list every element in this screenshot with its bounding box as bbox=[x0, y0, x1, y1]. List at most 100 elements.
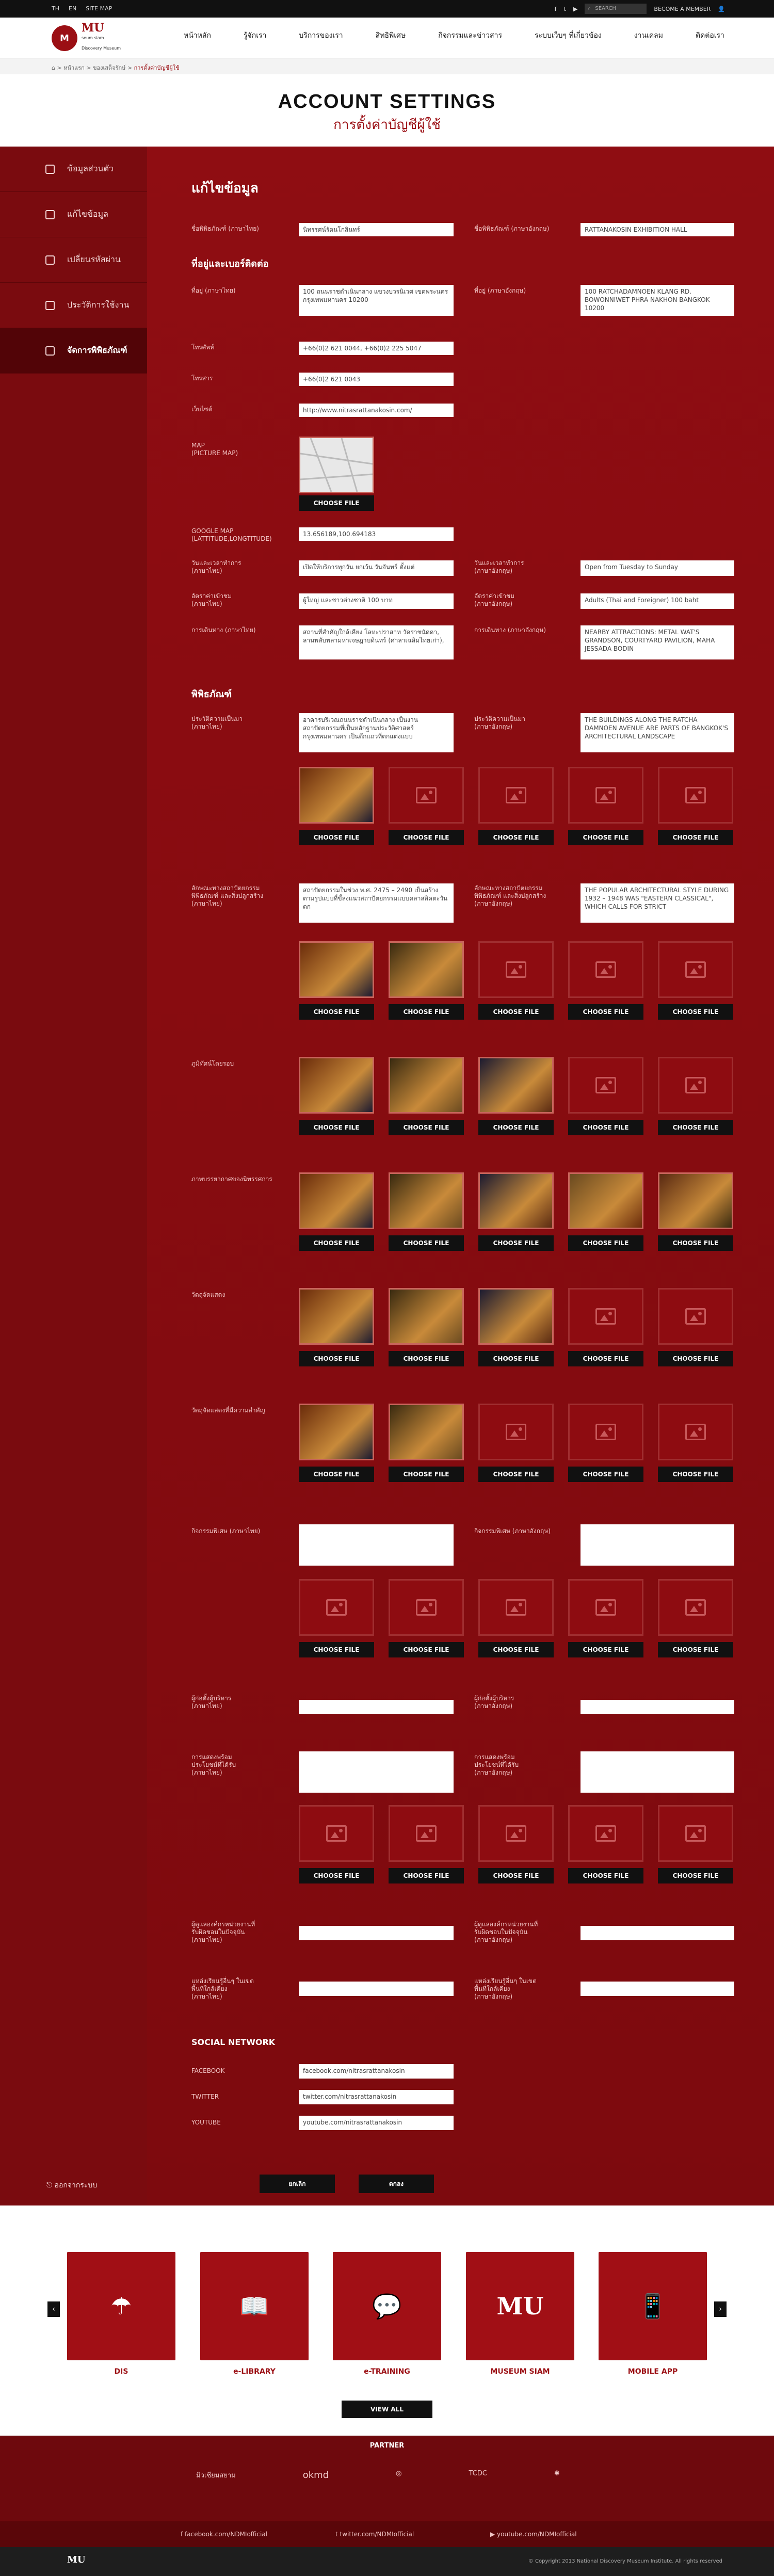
home-icon[interactable]: ⌂ bbox=[52, 65, 55, 71]
choose-file-button[interactable]: CHOOSE FILE bbox=[568, 1642, 643, 1657]
choose-file-button[interactable]: CHOOSE FILE bbox=[389, 830, 464, 845]
choose-file-button[interactable]: CHOOSE FILE bbox=[299, 1642, 374, 1657]
become-member-link[interactable]: BECOME A MEMBER bbox=[654, 6, 711, 12]
attr-th-field[interactable]: สถานที่สำคัญใกล้เคียง โลหะปราสาท วัดราชน… bbox=[299, 625, 454, 659]
sitemap-link[interactable]: SITE MAP bbox=[86, 5, 112, 12]
sidebar-item-history[interactable]: ประวัติการใช้งาน bbox=[0, 283, 147, 328]
choose-file-button[interactable]: CHOOSE FILE bbox=[299, 830, 374, 845]
name-th-field[interactable]: นิทรรศน์รัตนโกสินทร์ bbox=[299, 223, 454, 236]
choose-file-button[interactable]: CHOOSE FILE bbox=[478, 1467, 554, 1482]
nav-item[interactable]: ติดต่อเรา bbox=[692, 30, 728, 41]
fee-en-field[interactable]: Adults (Thai and Foreigner) 100 baht bbox=[580, 593, 734, 609]
note-th-field[interactable] bbox=[299, 1982, 454, 1996]
footer-facebook-link[interactable]: f facebook.com/NDMIofficial bbox=[181, 2531, 267, 2538]
hist-th-field[interactable]: อาคารบริเวณถนนราชดำเนินกลาง เป็นงานสถาปั… bbox=[299, 713, 454, 752]
arch-en-field[interactable]: THE POPULAR ARCHITECTURAL STYLE DURING 1… bbox=[580, 883, 734, 923]
choose-file-button[interactable]: CHOOSE FILE bbox=[568, 1351, 643, 1366]
nav-item[interactable]: กิจกรรมและข่าวสาร bbox=[435, 30, 505, 41]
phone-field[interactable]: +66(0)2 621 0044, +66(0)2 225 5047 bbox=[299, 342, 454, 355]
facebook-icon[interactable]: f bbox=[555, 6, 557, 12]
choose-file-button[interactable]: CHOOSE FILE bbox=[658, 1868, 733, 1883]
sidebar-item-museum[interactable]: จัดการพิพิธภัณฑ์ bbox=[0, 328, 147, 374]
impress-th-field[interactable] bbox=[299, 1751, 454, 1793]
addr-en-field[interactable]: 100 RATCHADAMNOEN KLANG RD. BOWONNIWET P… bbox=[580, 285, 734, 316]
choose-file-button[interactable]: CHOOSE FILE bbox=[389, 1120, 464, 1135]
owner-th-field[interactable] bbox=[299, 1700, 454, 1714]
note-en-field[interactable] bbox=[580, 1982, 734, 1996]
card-mobile-app[interactable]: 📱 MOBILE APP bbox=[599, 2252, 707, 2376]
choose-file-button[interactable]: CHOOSE FILE bbox=[389, 1235, 464, 1251]
choose-file-button[interactable]: CHOOSE FILE bbox=[658, 1642, 733, 1657]
choose-file-button[interactable]: CHOOSE FILE bbox=[389, 1868, 464, 1883]
yt-field[interactable]: youtube.com/nitrasrattanakosin bbox=[299, 2116, 454, 2130]
partner-logo[interactable]: มิวเซียมสยาม bbox=[196, 2470, 236, 2481]
activity-th-field[interactable] bbox=[299, 1524, 454, 1566]
card-etraining[interactable]: 💬 e-TRAINING bbox=[333, 2252, 441, 2376]
lang-th[interactable]: TH bbox=[52, 5, 59, 12]
choose-file-button[interactable]: CHOOSE FILE bbox=[478, 1235, 554, 1251]
choose-file-button[interactable]: CHOOSE FILE bbox=[299, 1351, 374, 1366]
card-museum-siam[interactable]: MU MUSEUM SIAM bbox=[466, 2252, 574, 2376]
cancel-button[interactable]: ยกเลิก bbox=[260, 2175, 335, 2193]
carousel-next-button[interactable]: › bbox=[714, 2301, 727, 2317]
partner-logo[interactable]: TCDC bbox=[469, 2470, 487, 2481]
choose-file-button[interactable]: CHOOSE FILE bbox=[299, 1868, 374, 1883]
youtube-icon[interactable]: ▶ bbox=[573, 6, 577, 12]
choose-file-button[interactable]: CHOOSE FILE bbox=[658, 1004, 733, 1020]
footer-twitter-link[interactable]: t twitter.com/NDMIofficial bbox=[335, 2531, 414, 2538]
twitter-icon[interactable]: t bbox=[564, 6, 566, 12]
impress-en-field[interactable] bbox=[580, 1751, 734, 1793]
choose-file-button[interactable]: CHOOSE FILE bbox=[658, 1120, 733, 1135]
carousel-prev-button[interactable]: ‹ bbox=[47, 2301, 60, 2317]
choose-file-button[interactable]: CHOOSE FILE bbox=[568, 1235, 643, 1251]
view-all-button[interactable]: VIEW ALL bbox=[342, 2401, 432, 2418]
choose-file-button[interactable]: CHOOSE FILE bbox=[658, 1467, 733, 1482]
partner-logo[interactable]: ✱ bbox=[554, 2470, 560, 2481]
hist-en-field[interactable]: THE BUILDINGS ALONG THE RATCHA DAMNOEN A… bbox=[580, 713, 734, 752]
nav-item[interactable]: ระบบเว็บๆ ที่เกี่ยวข้อง bbox=[531, 30, 605, 41]
choose-file-button[interactable]: CHOOSE FILE bbox=[478, 1868, 554, 1883]
nav-item[interactable]: บริการของเรา bbox=[296, 30, 346, 41]
partner-logo[interactable]: ◎ bbox=[396, 2470, 401, 2481]
lang-en[interactable]: EN bbox=[69, 5, 76, 12]
choose-file-button[interactable]: CHOOSE FILE bbox=[568, 1120, 643, 1135]
fax-field[interactable]: +66(0)2 621 0043 bbox=[299, 373, 454, 386]
nav-item[interactable]: หน้าหลัก bbox=[181, 30, 214, 41]
agency-en-field[interactable] bbox=[580, 1926, 734, 1940]
choose-file-button[interactable]: CHOOSE FILE bbox=[299, 1235, 374, 1251]
choose-file-button[interactable]: CHOOSE FILE bbox=[658, 1351, 733, 1366]
site-logo[interactable]: M MU seum siam Discovery Museum bbox=[52, 22, 129, 54]
choose-file-button[interactable]: CHOOSE FILE bbox=[389, 1467, 464, 1482]
activity-en-field[interactable] bbox=[580, 1524, 734, 1566]
choose-file-button[interactable]: CHOOSE FILE bbox=[478, 830, 554, 845]
fee-th-field[interactable]: ผู้ใหญ่ และชาวต่างชาติ 100 บาท bbox=[299, 593, 454, 609]
nav-item[interactable]: งานเคลม bbox=[631, 30, 666, 41]
agency-th-field[interactable] bbox=[299, 1926, 454, 1940]
card-dis[interactable]: ☂ DIS bbox=[67, 2252, 175, 2376]
choose-file-button[interactable]: CHOOSE FILE bbox=[389, 1642, 464, 1657]
addr-th-field[interactable]: 100 ถนนราชดำเนินกลาง แขวงบวรนิเวศ เขตพระ… bbox=[299, 285, 454, 316]
choose-file-button[interactable]: CHOOSE FILE bbox=[568, 1467, 643, 1482]
logout-link[interactable]: ⎋ ออกจากระบบ bbox=[46, 2180, 97, 2191]
save-button[interactable]: ตกลง bbox=[359, 2175, 434, 2193]
web-field[interactable]: http://www.nitrasrattanakosin.com/ bbox=[299, 404, 454, 417]
attr-en-field[interactable]: NEARBY ATTRACTIONS: METAL WAT'S GRANDSON… bbox=[580, 625, 734, 659]
breadcrumb-home[interactable]: หน้าแรก bbox=[63, 65, 85, 71]
footer-youtube-link[interactable]: ▶ youtube.com/NDMIofficial bbox=[490, 2531, 577, 2538]
gmap-field[interactable]: 13.656189,100.694183 bbox=[299, 527, 454, 541]
nav-item[interactable]: สิทธิพิเศษ bbox=[373, 30, 409, 41]
open-th-field[interactable]: เปิดให้บริการทุกวัน ยกเว้น วันจันทร์ ตั้… bbox=[299, 560, 454, 576]
choose-file-button[interactable]: CHOOSE FILE bbox=[478, 1351, 554, 1366]
nav-item[interactable]: รู้จักเรา bbox=[240, 30, 269, 41]
choose-file-button[interactable]: CHOOSE FILE bbox=[478, 1642, 554, 1657]
choose-file-button[interactable]: CHOOSE FILE bbox=[299, 1004, 374, 1020]
choose-file-button[interactable]: CHOOSE FILE bbox=[568, 830, 643, 845]
owner-en-field[interactable] bbox=[580, 1700, 734, 1714]
choose-file-button[interactable]: CHOOSE FILE bbox=[568, 1868, 643, 1883]
choose-file-button[interactable]: CHOOSE FILE bbox=[478, 1004, 554, 1020]
name-en-field[interactable]: RATTANAKOSIN EXHIBITION HALL bbox=[580, 223, 734, 236]
choose-file-button[interactable]: CHOOSE FILE bbox=[389, 1351, 464, 1366]
partner-logo[interactable]: okmd bbox=[303, 2470, 329, 2481]
map-choose-file-button[interactable]: CHOOSE FILE bbox=[299, 495, 374, 511]
choose-file-button[interactable]: CHOOSE FILE bbox=[299, 1120, 374, 1135]
